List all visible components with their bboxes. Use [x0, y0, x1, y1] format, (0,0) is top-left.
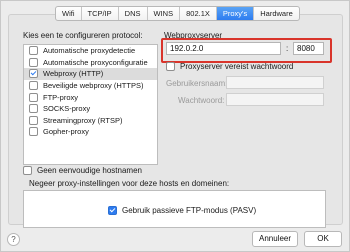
protocol-label: Automatische proxyconfiguratie — [43, 57, 148, 67]
username-field[interactable] — [226, 76, 324, 89]
tab-proxies[interactable]: Proxy's — [216, 7, 255, 20]
protocol-list-item[interactable]: Streamingproxy (RTSP) — [24, 115, 157, 127]
protocol-checkbox[interactable] — [29, 127, 38, 137]
passive-ftp-label: Gebruik passieve FTP-modus (PASV) — [122, 206, 257, 215]
tab-dns[interactable]: DNS — [119, 7, 148, 20]
password-label: Wachtwoord: — [178, 96, 225, 105]
simple-hostnames-check[interactable] — [23, 166, 32, 175]
proxy-port-input[interactable]: 8080 — [293, 42, 324, 55]
protocol-checkbox[interactable] — [29, 81, 38, 91]
protocol-list[interactable]: Automatische proxydetectie Automatische p… — [23, 44, 158, 165]
simple-hostnames-checkbox[interactable]: Geen eenvoudige hostnamen — [23, 166, 142, 175]
ok-button[interactable]: OK — [304, 231, 342, 247]
bypass-label: Negeer proxy-instellingen voor deze host… — [29, 179, 230, 188]
port-separator: : — [286, 44, 289, 53]
protocol-checkbox[interactable] — [29, 92, 38, 102]
protocol-checkbox[interactable] — [29, 69, 38, 79]
passive-ftp-check[interactable] — [108, 206, 117, 215]
tab-8021x[interactable]: 802.1X — [180, 7, 217, 20]
help-button[interactable]: ? — [7, 233, 20, 246]
protocol-list-item[interactable]: Automatische proxyconfiguratie — [24, 57, 157, 69]
passive-ftp-checkbox[interactable]: Gebruik passieve FTP-modus (PASV) — [108, 206, 256, 215]
username-label: Gebruikersnaam: — [166, 79, 228, 88]
protocol-checkbox[interactable] — [29, 46, 38, 56]
protocol-list-item[interactable]: Automatische proxydetectie — [24, 45, 157, 57]
protocol-label: FTP-proxy — [43, 92, 79, 102]
password-required-label: Proxyserver vereist wachtwoord — [180, 62, 294, 71]
protocol-list-item[interactable]: Webproxy (HTTP) — [24, 68, 157, 80]
protocol-list-item[interactable]: FTP-proxy — [24, 91, 157, 103]
protocol-list-item[interactable]: SOCKS-proxy — [24, 103, 157, 115]
protocol-checkbox[interactable] — [29, 104, 38, 114]
password-field[interactable] — [226, 93, 324, 106]
cancel-button[interactable]: Annuleer — [252, 231, 298, 247]
protocol-label: Streamingproxy (RTSP) — [43, 115, 123, 125]
tab-tcpip[interactable]: TCP/IP — [82, 7, 119, 20]
password-required-check[interactable] — [166, 62, 175, 71]
tab-wins[interactable]: WINS — [148, 7, 181, 20]
protocol-label: Webproxy (HTTP) — [43, 69, 104, 79]
protocol-list-item[interactable]: Gopher-proxy — [24, 126, 157, 138]
protocol-checkbox[interactable] — [29, 115, 38, 125]
simple-hostnames-label: Geen eenvoudige hostnamen — [37, 166, 142, 175]
tab-bar: Wifi TCP/IP DNS WINS 802.1X Proxy's Hard… — [55, 6, 300, 21]
tab-hardware[interactable]: Hardware — [254, 7, 299, 20]
protocol-label: Beveiligde webproxy (HTTPS) — [43, 81, 144, 91]
protocol-checkbox[interactable] — [29, 57, 38, 67]
password-required-checkbox[interactable]: Proxyserver vereist wachtwoord — [166, 62, 293, 71]
protocol-section-label: Kies een te configureren protocol: — [23, 31, 143, 40]
protocol-label: SOCKS-proxy — [43, 104, 91, 114]
protocol-list-item[interactable]: Beveiligde webproxy (HTTPS) — [24, 80, 157, 92]
tab-wifi[interactable]: Wifi — [56, 7, 82, 20]
protocol-label: Gopher-proxy — [43, 127, 89, 137]
protocol-label: Automatische proxydetectie — [43, 46, 136, 56]
proxy-server-address-input[interactable]: 192.0.2.0 — [166, 42, 281, 55]
